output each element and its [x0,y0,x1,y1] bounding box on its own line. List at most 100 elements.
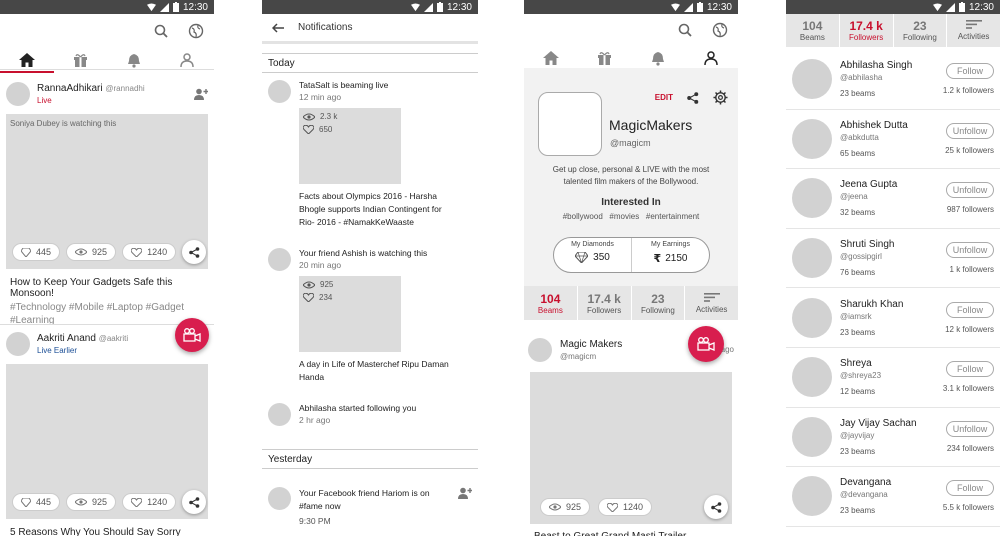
follow-toggle-button[interactable]: Unfollow [946,242,994,259]
follow-toggle-button[interactable]: Follow [946,480,994,497]
post-title[interactable]: How to Keep Your Gadgets Safe this Monso… [0,269,214,299]
follower-count: 1.2 k followers [942,86,994,96]
likes-pill[interactable]: 1240 [122,243,177,261]
stat-activities[interactable]: Activities [947,14,1000,47]
avatar[interactable] [6,82,30,106]
avatar[interactable] [528,338,552,362]
video-thumbnail[interactable]: 445 925 1240 [6,364,208,519]
follower-name[interactable]: Jay Vijay Sachan [840,418,946,429]
back-arrow-icon[interactable] [272,22,284,33]
follower-handle: @devangana [840,490,888,500]
stat-beams[interactable]: 104 Beams [786,14,840,47]
follow-toggle-button[interactable]: Follow [946,301,994,318]
post-author-name[interactable]: Magic Makers [560,339,622,350]
notification-item[interactable]: Your Facebook friend Hariom is on #fame … [268,487,472,528]
add-user-icon[interactable] [194,88,208,100]
follower-name[interactable]: Devangana [840,477,943,488]
diamonds-section[interactable]: My Diamonds 350 [554,238,632,272]
stat-following[interactable]: 23 Following [894,14,948,47]
stat-followers[interactable]: 17.4 k Followers [840,14,894,47]
views-pill[interactable]: 925 [540,498,591,516]
avatar[interactable] [792,476,832,517]
avatar[interactable] [792,416,832,457]
likes-pill[interactable]: 1240 [122,493,177,511]
globe-icon[interactable] [712,22,728,38]
share-icon[interactable] [687,91,699,104]
follow-toggle-button[interactable]: Unfollow [946,182,994,199]
tab-home[interactable] [0,48,54,73]
tab-profile[interactable] [684,46,739,71]
follower-row[interactable]: Sharukh Khan @iamsrk 23 beams Follow 12 k fo… [786,288,1000,348]
follower-row[interactable]: Shruti Singh @gossipgirl 76 beams Unfollow 1… [786,229,1000,289]
search-icon[interactable] [154,24,168,38]
globe-icon[interactable] [188,23,204,39]
battery-icon [436,2,443,12]
post-title[interactable]: 5 Reasons Why You Should Say Sorry [0,519,214,536]
follower-name[interactable]: Shreya [840,358,943,369]
follower-name[interactable]: Sharukh Khan [840,299,945,310]
edit-button[interactable]: EDIT [655,93,673,102]
follow-toggle-button[interactable]: Unfollow [946,122,994,139]
avatar[interactable] [792,357,832,398]
notification-text: Abhilasha started following you [299,403,417,413]
post-author-name[interactable]: Aakriti Anand [37,333,96,344]
avatar[interactable] [6,332,30,356]
earnings-section[interactable]: My Earnings ₹2150 [632,238,709,272]
gear-icon[interactable] [713,90,728,105]
status-time: 12:30 [706,1,732,13]
follow-toggle-button[interactable]: Unfollow [946,420,994,437]
views-pill[interactable]: 925 [66,243,117,261]
notification-item[interactable]: TataSalt is beaming live 12 min ago 2.3 … [268,80,472,229]
share-icon [188,496,199,508]
likes-pill[interactable]: 1240 [598,498,653,516]
diamonds-pill[interactable]: 445 [12,243,61,261]
stat-followers[interactable]: 17.4 k Followers [578,286,632,320]
share-button[interactable] [182,240,206,264]
avatar[interactable] [792,178,832,219]
share-button[interactable] [182,490,206,514]
avatar[interactable] [792,59,832,100]
tab-home[interactable] [524,46,578,70]
video-thumbnail[interactable]: 925 1240 [530,372,732,524]
avatar[interactable] [792,297,832,338]
share-button[interactable] [704,495,728,519]
stat-following[interactable]: 23 Following [632,286,686,320]
follower-row[interactable]: Abhilasha Singh @abhilasha 23 beams Follow 1… [786,50,1000,110]
tab-gifts[interactable] [578,46,632,70]
follower-row[interactable]: Abhishek Dutta @abkdutta 65 beams Unfollow 2… [786,110,1000,170]
stat-activities[interactable]: Activities [685,286,738,320]
stat-beams[interactable]: 104 Beams [524,286,578,320]
notification-item[interactable]: Your friend Ashish is watching this 20 m… [268,248,472,384]
follower-row[interactable]: Shreya @shreya23 12 beams Follow 3.1 k follo… [786,348,1000,408]
follower-row[interactable]: Devangana @devangana 23 beams Follow 5.5 k f… [786,467,1000,527]
follow-toggle-button[interactable]: Follow [946,361,994,378]
profile-stats: 104 Beams 17.4 k Followers 23 Following Act… [786,14,1000,47]
search-icon[interactable] [678,23,692,37]
tab-profile[interactable] [161,48,215,72]
go-live-button[interactable] [175,318,209,352]
views-pill[interactable]: 925 [66,493,117,511]
post-title[interactable]: Beast to Great Grand Masti Trailer [524,524,738,536]
video-thumbnail[interactable]: 925 234 [299,276,401,352]
battery-icon [958,2,965,12]
tab-notifications[interactable] [631,46,685,70]
follower-row[interactable]: Jeena Gupta @jeena 32 beams Unfollow 987 fol… [786,169,1000,229]
follower-name[interactable]: Shruti Singh [840,239,946,250]
notification-item[interactable]: Abhilasha started following you 2 hr ago [268,403,472,426]
follower-name[interactable]: Jeena Gupta [840,179,946,190]
follower-name[interactable]: Abhilasha Singh [840,60,943,71]
add-user-icon[interactable] [458,487,472,499]
tab-gifts[interactable] [54,48,108,72]
go-live-button[interactable] [688,326,724,362]
profile-picture[interactable] [538,92,602,156]
post-author-name[interactable]: RannaAdhikari [37,83,103,94]
avatar[interactable] [792,238,832,279]
follow-toggle-button[interactable]: Follow [946,63,994,80]
follower-name[interactable]: Abhishek Dutta [840,120,945,131]
tab-notifications[interactable] [107,48,161,72]
follower-row[interactable]: Jay Vijay Sachan @jayvijay 23 beams Unfollo… [786,408,1000,468]
avatar[interactable] [792,118,832,159]
diamonds-pill[interactable]: 445 [12,493,61,511]
video-thumbnail[interactable]: Soniya Dubey is watching this 445 925 12… [6,114,208,269]
video-thumbnail[interactable]: 2.3 k 650 [299,108,401,184]
